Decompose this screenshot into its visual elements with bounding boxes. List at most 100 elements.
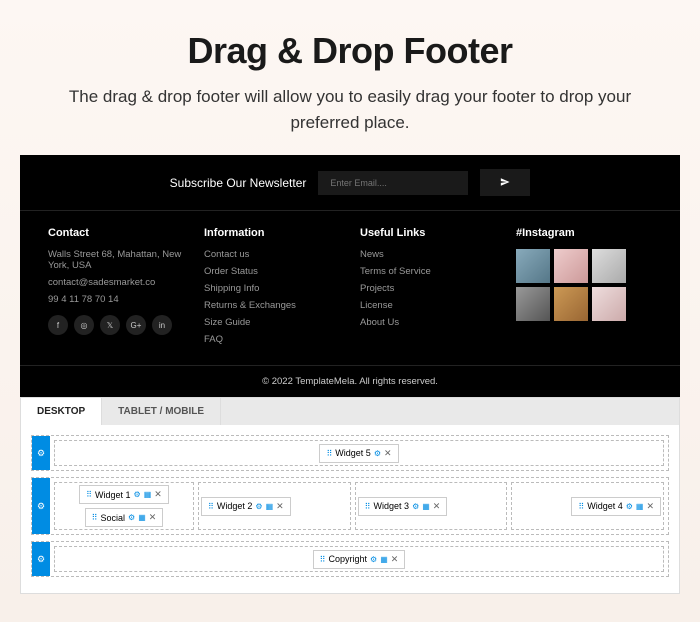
instagram-icon[interactable]: ◎ — [74, 315, 94, 335]
dropzone[interactable]: ⠿Widget 3⚙▦✕ — [355, 482, 508, 530]
layout-icon[interactable]: ▦ — [138, 513, 146, 522]
useful-link[interactable]: License — [360, 300, 496, 311]
widget-label: Widget 3 — [374, 501, 410, 511]
info-link[interactable]: Size Guide — [204, 317, 340, 328]
row-settings-handle[interactable]: ⚙ — [32, 478, 50, 534]
instagram-thumb[interactable] — [554, 249, 588, 283]
gear-icon[interactable]: ⚙ — [370, 555, 377, 564]
widget-label: Copyright — [329, 554, 368, 564]
row-settings-handle[interactable]: ⚙ — [32, 436, 50, 470]
builder-row: ⚙ ⠿Widget 1⚙▦✕ ⠿Social⚙▦✕ ⠿Widget 2⚙▦✕ ⠿… — [31, 477, 669, 535]
instagram-heading: #Instagram — [516, 227, 652, 239]
widget-block[interactable]: ⠿Widget 1⚙▦✕ — [79, 485, 169, 504]
gear-icon: ⚙ — [37, 554, 45, 565]
useful-link[interactable]: Projects — [360, 283, 496, 294]
instagram-thumb[interactable] — [516, 249, 550, 283]
dropzone[interactable]: ⠿Copyright⚙▦✕ — [54, 546, 664, 572]
gear-icon[interactable]: ⚙ — [255, 502, 262, 511]
drag-icon: ⠿ — [86, 490, 92, 499]
drag-icon: ⠿ — [208, 502, 214, 511]
widget-label: Widget 5 — [335, 448, 371, 458]
facebook-icon[interactable]: f — [48, 315, 68, 335]
newsletter-label: Subscribe Our Newsletter — [170, 176, 307, 190]
gear-icon: ⚙ — [37, 501, 45, 512]
gear-icon[interactable]: ⚙ — [134, 490, 141, 499]
widget-block[interactable]: ⠿Widget 3⚙▦✕ — [358, 497, 448, 516]
dropzone[interactable]: ⠿Widget 4⚙▦✕ — [511, 482, 664, 530]
newsletter-send-button[interactable] — [480, 169, 530, 196]
drag-icon: ⠿ — [578, 502, 584, 511]
device-tabs: DESKTOP TABLET / MOBILE — [21, 398, 679, 425]
close-icon[interactable]: ✕ — [433, 501, 441, 512]
widget-label: Widget 4 — [587, 501, 623, 511]
footer-col-instagram: #Instagram — [516, 227, 652, 351]
useful-link[interactable]: News — [360, 249, 496, 260]
tab-desktop[interactable]: DESKTOP — [21, 398, 102, 425]
layout-icon[interactable]: ▦ — [380, 555, 388, 564]
gear-icon[interactable]: ⚙ — [374, 449, 381, 458]
close-icon[interactable]: ✕ — [149, 512, 157, 523]
layout-icon[interactable]: ▦ — [266, 502, 274, 511]
layout-icon[interactable]: ▦ — [422, 502, 430, 511]
social-icons: f ◎ 𝕏 G+ in — [48, 315, 184, 335]
dropzone[interactable]: ⠿Widget 1⚙▦✕ ⠿Social⚙▦✕ — [54, 482, 194, 530]
widget-label: Widget 2 — [217, 501, 253, 511]
layout-icon[interactable]: ▦ — [144, 490, 152, 499]
useful-link[interactable]: About Us — [360, 317, 496, 328]
widget-block[interactable]: ⠿Widget 4⚙▦✕ — [571, 497, 661, 516]
instagram-thumb[interactable] — [592, 249, 626, 283]
contact-address: Walls Street 68, Mahattan, New York, USA — [48, 249, 184, 271]
row-settings-handle[interactable]: ⚙ — [32, 542, 50, 576]
footer-builder: DESKTOP TABLET / MOBILE ⚙ ⠿Widget 5⚙✕ ⚙ … — [20, 397, 680, 594]
contact-heading: Contact — [48, 227, 184, 239]
footer-col-information: Information Contact us Order Status Ship… — [204, 227, 340, 351]
page-title: Drag & Drop Footer — [40, 30, 660, 72]
widget-block[interactable]: ⠿Copyright⚙▦✕ — [313, 550, 406, 569]
widget-block[interactable]: ⠿Widget 2⚙ ▦✕ — [201, 497, 291, 516]
drag-icon: ⠿ — [326, 449, 332, 458]
footer-preview: Subscribe Our Newsletter Contact Walls S… — [20, 155, 680, 397]
dropzone[interactable]: ⠿Widget 5⚙✕ — [54, 440, 664, 466]
drag-icon: ⠿ — [92, 513, 98, 522]
close-icon[interactable]: ✕ — [384, 448, 392, 459]
instagram-thumb[interactable] — [554, 287, 588, 321]
drag-icon: ⠿ — [365, 502, 371, 511]
newsletter-email-input[interactable] — [318, 171, 468, 195]
gear-icon: ⚙ — [37, 448, 45, 459]
information-heading: Information — [204, 227, 340, 239]
widget-block[interactable]: ⠿Widget 5⚙✕ — [319, 444, 398, 463]
google-plus-icon[interactable]: G+ — [126, 315, 146, 335]
info-link[interactable]: Returns & Exchanges — [204, 300, 340, 311]
instagram-thumb[interactable] — [592, 287, 626, 321]
contact-phone: 99 4 11 78 70 14 — [48, 294, 184, 305]
close-icon[interactable]: ✕ — [646, 501, 654, 512]
gear-icon[interactable]: ⚙ — [412, 502, 419, 511]
gear-icon[interactable]: ⚙ — [128, 513, 135, 522]
twitter-icon[interactable]: 𝕏 — [100, 315, 120, 335]
widget-block[interactable]: ⠿Social⚙▦✕ — [85, 508, 164, 527]
info-link[interactable]: Shipping Info — [204, 283, 340, 294]
instagram-thumb[interactable] — [516, 287, 550, 321]
layout-icon[interactable]: ▦ — [636, 502, 644, 511]
newsletter-bar: Subscribe Our Newsletter — [20, 155, 680, 211]
linkedin-icon[interactable]: in — [152, 315, 172, 335]
close-icon[interactable]: ✕ — [154, 489, 162, 500]
gear-icon[interactable]: ⚙ — [626, 502, 633, 511]
info-link[interactable]: Contact us — [204, 249, 340, 260]
page-subtitle: The drag & drop footer will allow you to… — [40, 84, 660, 135]
close-icon[interactable]: ✕ — [391, 554, 399, 565]
useful-link[interactable]: Terms of Service — [360, 266, 496, 277]
close-icon[interactable]: ✕ — [276, 501, 284, 512]
widget-label: Widget 1 — [95, 490, 131, 500]
info-link[interactable]: Order Status — [204, 266, 340, 277]
footer-col-contact: Contact Walls Street 68, Mahattan, New Y… — [48, 227, 184, 351]
info-link[interactable]: FAQ — [204, 334, 340, 345]
builder-row: ⚙ ⠿Widget 5⚙✕ — [31, 435, 669, 471]
contact-email: contact@sadesmarket.co — [48, 277, 184, 288]
dropzone[interactable]: ⠿Widget 2⚙ ▦✕ — [198, 482, 351, 530]
tab-tablet-mobile[interactable]: TABLET / MOBILE — [102, 398, 221, 425]
footer-col-useful: Useful Links News Terms of Service Proje… — [360, 227, 496, 351]
widget-label: Social — [101, 513, 126, 523]
useful-heading: Useful Links — [360, 227, 496, 239]
copyright-bar: © 2022 TemplateMela. All rights reserved… — [20, 365, 680, 397]
